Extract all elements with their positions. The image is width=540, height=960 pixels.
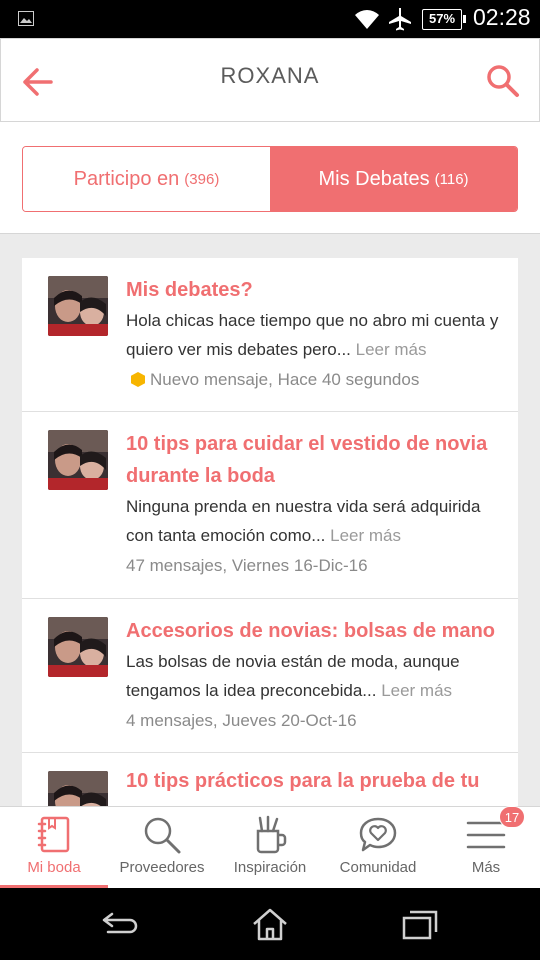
debate-title[interactable]: Accesorios de novias: bolsas de mano [126,615,500,647]
clock: 02:28 [473,4,531,30]
battery-indicator: 57% [422,9,466,30]
tab-label: Mis Debates [318,167,430,190]
tab-count: (396) [184,170,220,188]
excerpt-text: Ninguna prenda en nuestra vida será adqu… [126,497,481,545]
read-more-link[interactable]: Leer más [381,681,452,700]
tab-mis-debates[interactable]: Mis Debates (116) [270,147,517,211]
nav-label: Comunidad [339,859,417,876]
tab-bar-area: Participo en (396) Mis Debates (116) [0,122,540,234]
system-navigation-bar [0,888,540,960]
notebook-icon [37,816,70,853]
nav-label: Más [471,859,501,876]
debate-excerpt: Las bolsas de novia están de moda, aunqu… [126,647,500,705]
airplane-icon [389,8,411,31]
tab-participo-en[interactable]: Participo en (396) [23,147,270,211]
meta-text: Nuevo mensaje, Hace 40 segundos [150,370,420,389]
tab-label: Participo en [73,167,180,190]
debate-excerpt: Hola chicas hace tiempo que no abro mi c… [126,306,500,364]
home-key-icon[interactable] [250,906,290,942]
avatar [48,617,108,677]
debate-meta: Nuevo mensaje, Hace 40 segundos [126,365,500,395]
debate-list: Mis debates? Hola chicas hace tiempo que… [22,258,518,806]
nav-proveedores[interactable]: Proveedores [108,807,216,889]
avatar [48,276,108,336]
pencil-cup-icon [256,815,287,854]
list-item[interactable]: Mis debates? Hola chicas hace tiempo que… [22,258,518,412]
debate-meta: 47 mensajes, Viernes 16-Dic-16 [126,556,368,575]
debate-title[interactable]: 10 tips para cuidar el vestido de novia … [126,428,500,492]
debate-excerpt: Ninguna prenda en nuestra vida será adqu… [126,492,500,550]
avatar [48,771,108,806]
search-icon [144,817,181,854]
debate-title[interactable]: Mis debates? [126,274,500,306]
recent-apps-key-icon[interactable] [400,906,440,942]
list-item[interactable]: Accesorios de novias: bolsas de mano Las… [22,599,518,753]
image-notification-icon [18,11,34,26]
avatar [48,430,108,490]
search-icon[interactable] [486,64,520,98]
chat-heart-icon [359,817,397,852]
read-more-link[interactable]: Leer más [356,340,427,359]
tab-count: (116) [434,170,469,188]
nav-inspiracion[interactable]: Inspiración [216,807,324,889]
wifi-icon [355,10,379,29]
page-title: ROXANA [220,63,320,88]
nav-comunidad[interactable]: Comunidad [324,807,432,889]
status-bar: 57% 02:28 [0,0,540,38]
nav-label: Inspiración [233,859,307,876]
read-more-link[interactable]: Leer más [330,526,401,545]
list-item[interactable]: 10 tips para cuidar el vestido de novia … [22,412,518,599]
segmented-control: Participo en (396) Mis Debates (116) [22,146,518,212]
new-message-icon [131,372,145,387]
bottom-navigation: Mi boda Proveedores Inspiración Comunida… [0,806,540,889]
notification-badge: 17 [499,806,525,828]
nav-label: Mi boda [27,859,81,876]
debate-title[interactable]: 10 tips prácticos para la prueba de tu [126,765,500,797]
back-key-icon[interactable] [100,906,140,942]
excerpt-text: Hola chicas hace tiempo que no abro mi c… [126,311,499,359]
nav-mi-boda[interactable]: Mi boda [0,807,108,889]
debate-meta: 4 mensajes, Jueves 20-Oct-16 [126,711,357,730]
list-item[interactable]: 10 tips prácticos para la prueba de tu [22,753,518,806]
nav-label: Proveedores [119,859,205,876]
app-header: ROXANA [0,38,540,122]
